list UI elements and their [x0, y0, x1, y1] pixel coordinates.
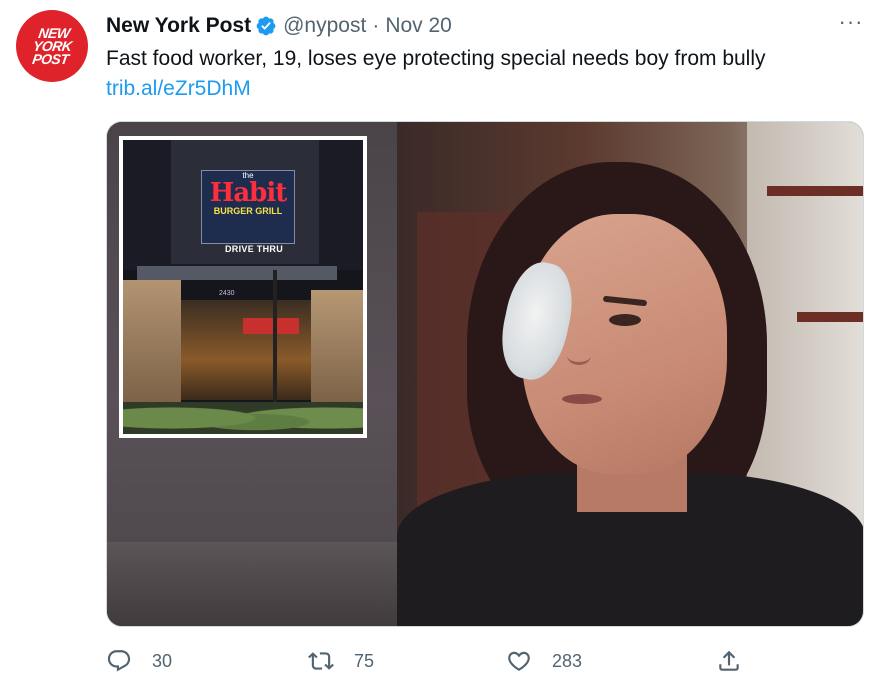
- tweet-actions: 30 75 283: [0, 644, 874, 678]
- retweet-button[interactable]: 75: [308, 644, 374, 678]
- verified-badge-icon: [255, 15, 277, 37]
- more-options-icon[interactable]: ···: [836, 11, 866, 36]
- separator-dot: ·: [372, 14, 380, 37]
- tweet-link[interactable]: trib.al/eZr5DhM: [106, 74, 251, 104]
- inset-photo: the Habit BURGER GRILL DRIVE THRU 2430: [119, 136, 367, 438]
- tweet-header: New York Post @nypost · Nov 20: [106, 12, 452, 40]
- stair-step: [797, 312, 863, 322]
- reply-count: 30: [152, 650, 173, 671]
- handle[interactable]: @nypost: [283, 14, 366, 38]
- like-button[interactable]: 283: [506, 644, 582, 678]
- address-number: 2430: [219, 290, 235, 297]
- sign-name: Habit: [209, 178, 287, 208]
- reply-button[interactable]: 30: [106, 644, 172, 678]
- person-eye: [609, 314, 641, 326]
- restaurant-photo: the Habit BURGER GRILL DRIVE THRU 2430: [123, 140, 363, 434]
- reply-icon: [107, 650, 131, 672]
- restaurant-window: [181, 300, 311, 400]
- menu-board: [243, 318, 299, 334]
- stair-step: [767, 186, 863, 196]
- drive-thru-text: DRIVE THRU: [225, 244, 284, 254]
- person-nose: [567, 346, 591, 365]
- display-name[interactable]: New York Post: [106, 14, 251, 38]
- tweet-text: Fast food worker, 19, loses eye protecti…: [106, 47, 766, 70]
- tweet-media-image[interactable]: the Habit BURGER GRILL DRIVE THRU 2430: [106, 121, 864, 627]
- heart-icon: [508, 651, 530, 671]
- avatar[interactable]: NEW YORK POST: [16, 10, 88, 82]
- like-count: 283: [552, 650, 583, 671]
- sign-subtitle: BURGER GRILL: [213, 206, 283, 216]
- retweet-count: 75: [354, 650, 375, 671]
- share-button[interactable]: [716, 644, 742, 678]
- bushes: [123, 402, 363, 434]
- canopy: [137, 266, 337, 280]
- avatar-logo-line-3: POST: [31, 50, 70, 67]
- sofa: [107, 542, 437, 626]
- restaurant-sign: the Habit BURGER GRILL: [201, 170, 295, 244]
- retweet-icon: [308, 652, 334, 670]
- share-icon: [719, 650, 739, 671]
- avatar-logo: NEW YORK POST: [30, 25, 74, 67]
- person-mouth: [562, 394, 602, 404]
- timestamp[interactable]: Nov 20: [385, 14, 452, 38]
